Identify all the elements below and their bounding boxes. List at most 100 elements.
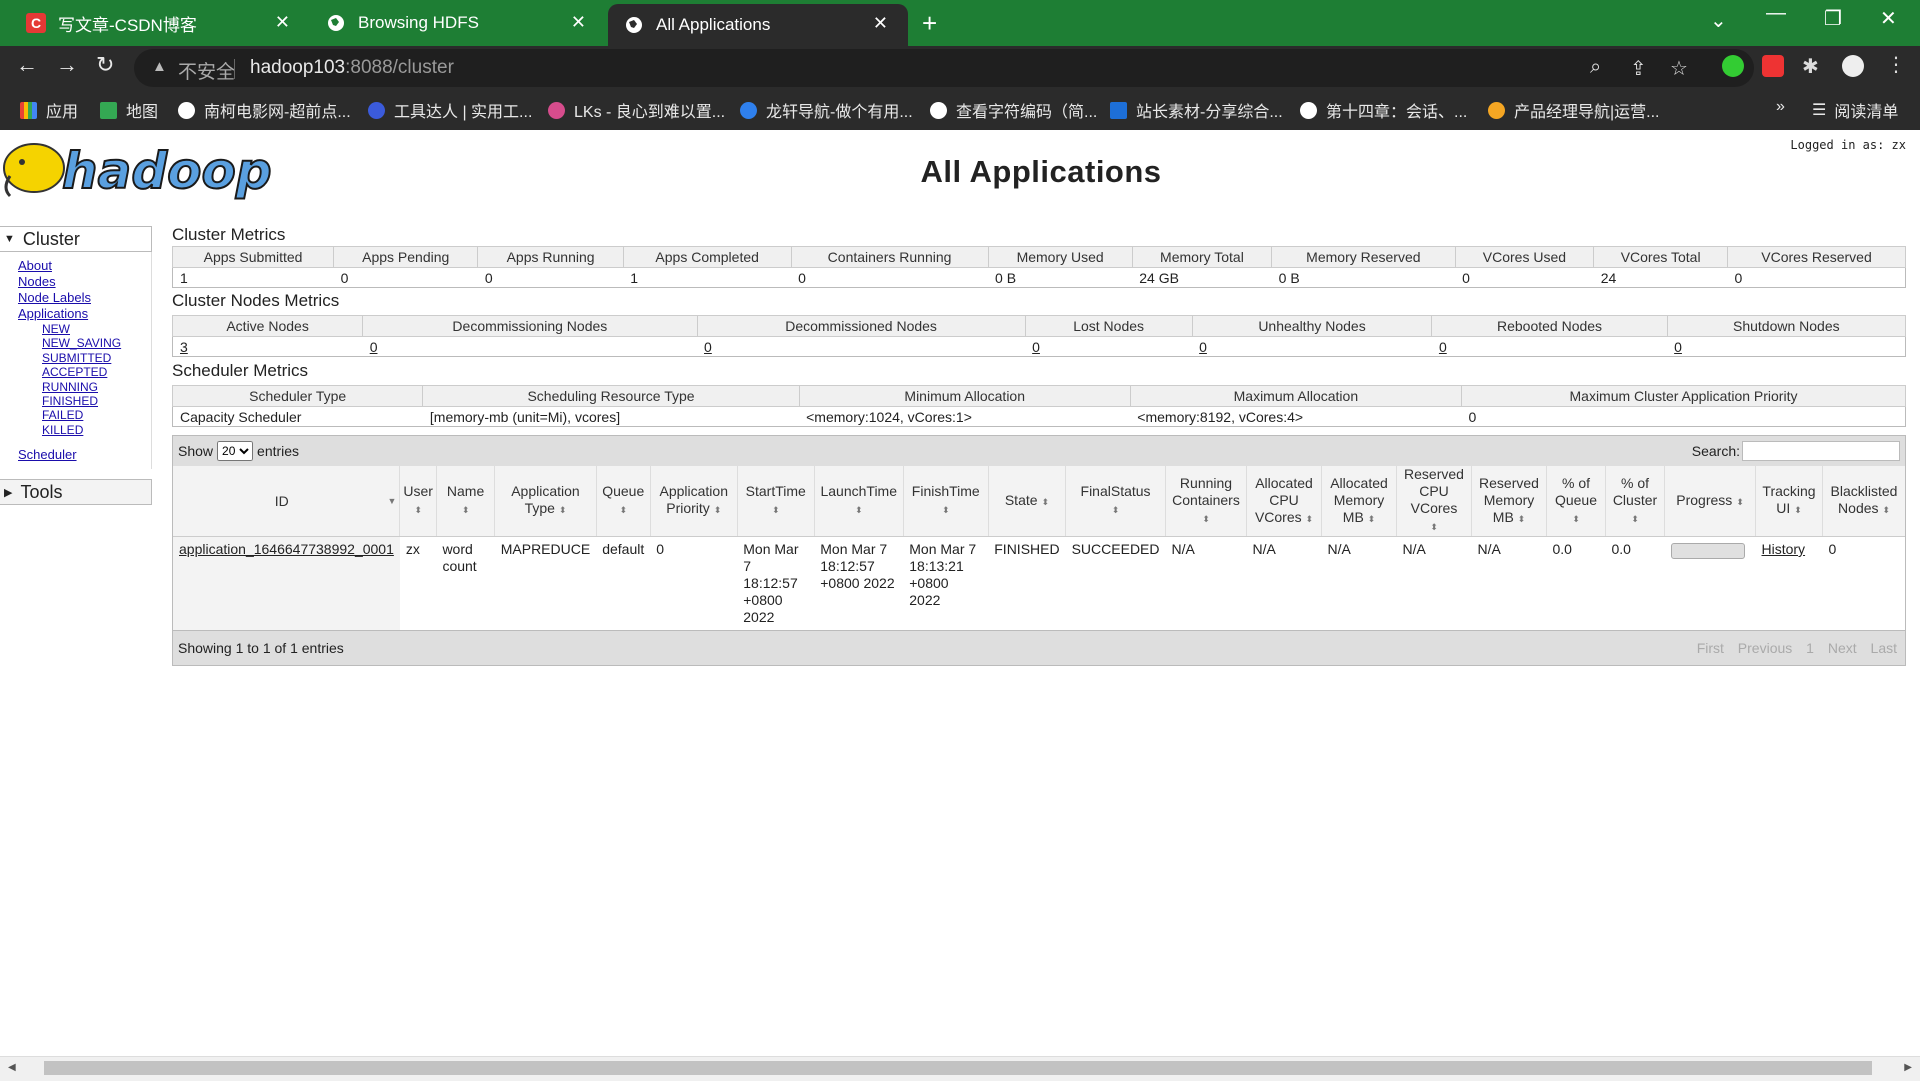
tab-search-chevron-icon[interactable]: ⌄: [1710, 8, 1727, 33]
column-header-running-containers[interactable]: Running Containers ⬍: [1165, 466, 1247, 537]
nav-scheduler[interactable]: Scheduler: [18, 447, 151, 463]
search-input[interactable]: [1742, 441, 1900, 461]
nav-state-finished[interactable]: FINISHED: [18, 394, 151, 408]
new-tab-button[interactable]: +: [922, 8, 937, 39]
bookmark-item[interactable]: 第十四章：会话、...: [1300, 98, 1467, 122]
scrollbar-thumb[interactable]: [44, 1061, 1872, 1075]
url-text[interactable]: hadoop103:8088/cluster: [250, 57, 454, 79]
nav-state-accepted[interactable]: ACCEPTED: [18, 365, 151, 379]
table-cell: N/A: [1402, 541, 1426, 557]
column-header-id[interactable]: ID ▼: [173, 466, 401, 537]
column-header-pct-queue[interactable]: % of Queue ⬍: [1546, 466, 1606, 537]
extension-icon[interactable]: [1722, 55, 1744, 77]
forward-icon[interactable]: →: [56, 52, 78, 78]
column-header-finalstatus[interactable]: FinalStatus ⬍: [1065, 466, 1166, 537]
column-header-name[interactable]: Name ⬍: [436, 466, 496, 537]
nav-node-labels[interactable]: Node Labels: [18, 290, 151, 306]
decommissioned-nodes-link[interactable]: 0: [704, 339, 712, 355]
bookmark-star-icon[interactable]: ☆: [1670, 56, 1688, 81]
decommissioning-nodes-link[interactable]: 0: [370, 339, 378, 355]
globe-icon: [1300, 101, 1317, 119]
close-tab-icon[interactable]: ✕: [571, 12, 586, 33]
more-bookmarks-icon[interactable]: »: [1776, 98, 1785, 116]
table-cell: 0: [1431, 336, 1668, 357]
nav-state-new-saving[interactable]: NEW_SAVING: [18, 336, 151, 350]
nav-state-killed[interactable]: KILLED: [18, 423, 151, 437]
page-size-select[interactable]: 20: [217, 441, 254, 461]
bookmark-item[interactable]: 查看字符编码（简...: [930, 98, 1097, 122]
zoom-icon[interactable]: ⌕: [1590, 56, 1601, 79]
column-header-state[interactable]: State ⬍: [988, 466, 1067, 537]
scroll-left-icon[interactable]: ◀: [8, 1062, 16, 1073]
bookmark-item[interactable]: 产品经理导航|运营...: [1488, 98, 1660, 122]
bookmark-apps[interactable]: 应用: [20, 98, 78, 122]
minimize-icon[interactable]: —: [1766, 2, 1786, 25]
tools-section-toggle[interactable]: ▶ Tools: [0, 479, 152, 506]
column-header-blacklisted[interactable]: Blacklisted Nodes ⬍: [1822, 466, 1905, 537]
bookmark-item[interactable]: LKs - 良心到难以置...: [548, 98, 725, 122]
column-header: Apps Running: [477, 246, 624, 268]
column-header-allocated-memory[interactable]: Allocated Memory MB ⬍: [1321, 466, 1397, 537]
nav-state-new[interactable]: NEW: [18, 322, 151, 336]
bookmark-item[interactable]: 工具达人 | 实用工...: [368, 98, 532, 122]
bookmark-item[interactable]: 站长素材-分享综合...: [1110, 98, 1283, 122]
table-cell: Mon Mar 7 18:13:21 +0800 2022: [909, 541, 977, 608]
tab-csdn[interactable]: C 写文章-CSDN博客 ✕: [0, 0, 310, 46]
close-tab-icon[interactable]: ✕: [873, 13, 888, 34]
reading-list-button[interactable]: ☰ 阅读清单: [1812, 98, 1898, 122]
avatar[interactable]: [1842, 55, 1864, 77]
nav-about[interactable]: About: [18, 258, 151, 274]
bookmark-item[interactable]: 龙轩导航-做个有用...: [740, 98, 913, 122]
active-nodes-link[interactable]: 3: [180, 339, 188, 355]
share-icon[interactable]: ⇪: [1630, 56, 1647, 81]
nav-state-failed[interactable]: FAILED: [18, 408, 151, 422]
close-window-icon[interactable]: ✕: [1880, 6, 1897, 31]
horizontal-scrollbar[interactable]: ◀ ▶: [0, 1056, 1920, 1081]
puzzle-icon[interactable]: ✱: [1802, 54, 1819, 79]
address-bar[interactable]: ▲ 不安全 hadoop103:8088/cluster ⌕ ⇪ ☆: [134, 49, 1754, 87]
pager-previous[interactable]: Previous: [1738, 640, 1792, 656]
tab-all-applications[interactable]: All Applications ✕: [608, 4, 908, 46]
column-header-tracking-ui[interactable]: Tracking UI ⬍: [1755, 466, 1823, 537]
bookmark-maps[interactable]: 地图: [100, 98, 158, 122]
menu-icon[interactable]: ⋮: [1886, 52, 1906, 77]
table-cell: 0: [1025, 336, 1193, 357]
pager-last[interactable]: Last: [1871, 640, 1897, 656]
cluster-section-toggle[interactable]: ▼ Cluster: [0, 226, 152, 252]
column-header-reserved-memory[interactable]: Reserved Memory MB ⬍: [1471, 466, 1547, 537]
nav-state-running[interactable]: RUNNING: [18, 380, 151, 394]
column-header-launchtime[interactable]: LaunchTime ⬍: [814, 466, 904, 537]
tracking-history-link[interactable]: History: [1762, 541, 1806, 557]
rebooted-nodes-link[interactable]: 0: [1439, 339, 1447, 355]
column-header-reserved-cpu[interactable]: Reserved CPU VCores ⬍: [1396, 466, 1472, 537]
column-header-progress[interactable]: Progress ⬍: [1664, 466, 1756, 537]
warning-icon[interactable]: ▲: [152, 58, 167, 75]
back-icon[interactable]: ←: [16, 52, 38, 78]
reload-icon[interactable]: ↻: [96, 52, 114, 78]
column-header: Memory Total: [1131, 246, 1273, 268]
nav-nodes[interactable]: Nodes: [18, 274, 151, 290]
shutdown-nodes-link[interactable]: 0: [1674, 339, 1682, 355]
column-header-priority[interactable]: Application Priority ⬍: [650, 466, 738, 537]
column-header-finishtime[interactable]: FinishTime ⬍: [903, 466, 989, 537]
application-id-link[interactable]: application_1646647738992_0001: [179, 541, 394, 557]
column-header-queue[interactable]: Queue ⬍: [596, 466, 651, 537]
column-header-user[interactable]: User ⬍: [399, 466, 437, 537]
bookmark-item[interactable]: 南柯电影网-超前点...: [178, 98, 351, 122]
lost-nodes-link[interactable]: 0: [1032, 339, 1040, 355]
pager-next[interactable]: Next: [1828, 640, 1857, 656]
column-header-allocated-cpu[interactable]: Allocated CPU VCores ⬍: [1246, 466, 1322, 537]
column-header-starttime[interactable]: StartTime ⬍: [737, 466, 815, 537]
column-header-pct-cluster[interactable]: % of Cluster ⬍: [1605, 466, 1665, 537]
pager-page-1[interactable]: 1: [1806, 640, 1814, 656]
nav-state-submitted[interactable]: SUBMITTED: [18, 351, 151, 365]
unhealthy-nodes-link[interactable]: 0: [1199, 339, 1207, 355]
nav-applications[interactable]: Applications: [18, 306, 151, 322]
tab-browsing-hdfs[interactable]: Browsing HDFS ✕: [300, 0, 606, 46]
extension-icon[interactable]: [1762, 55, 1784, 77]
pager-first[interactable]: First: [1697, 640, 1724, 656]
scroll-right-icon[interactable]: ▶: [1904, 1062, 1912, 1073]
column-header-application-type[interactable]: Application Type ⬍: [494, 466, 597, 537]
restore-icon[interactable]: ❐: [1824, 6, 1842, 31]
close-tab-icon[interactable]: ✕: [275, 12, 290, 33]
